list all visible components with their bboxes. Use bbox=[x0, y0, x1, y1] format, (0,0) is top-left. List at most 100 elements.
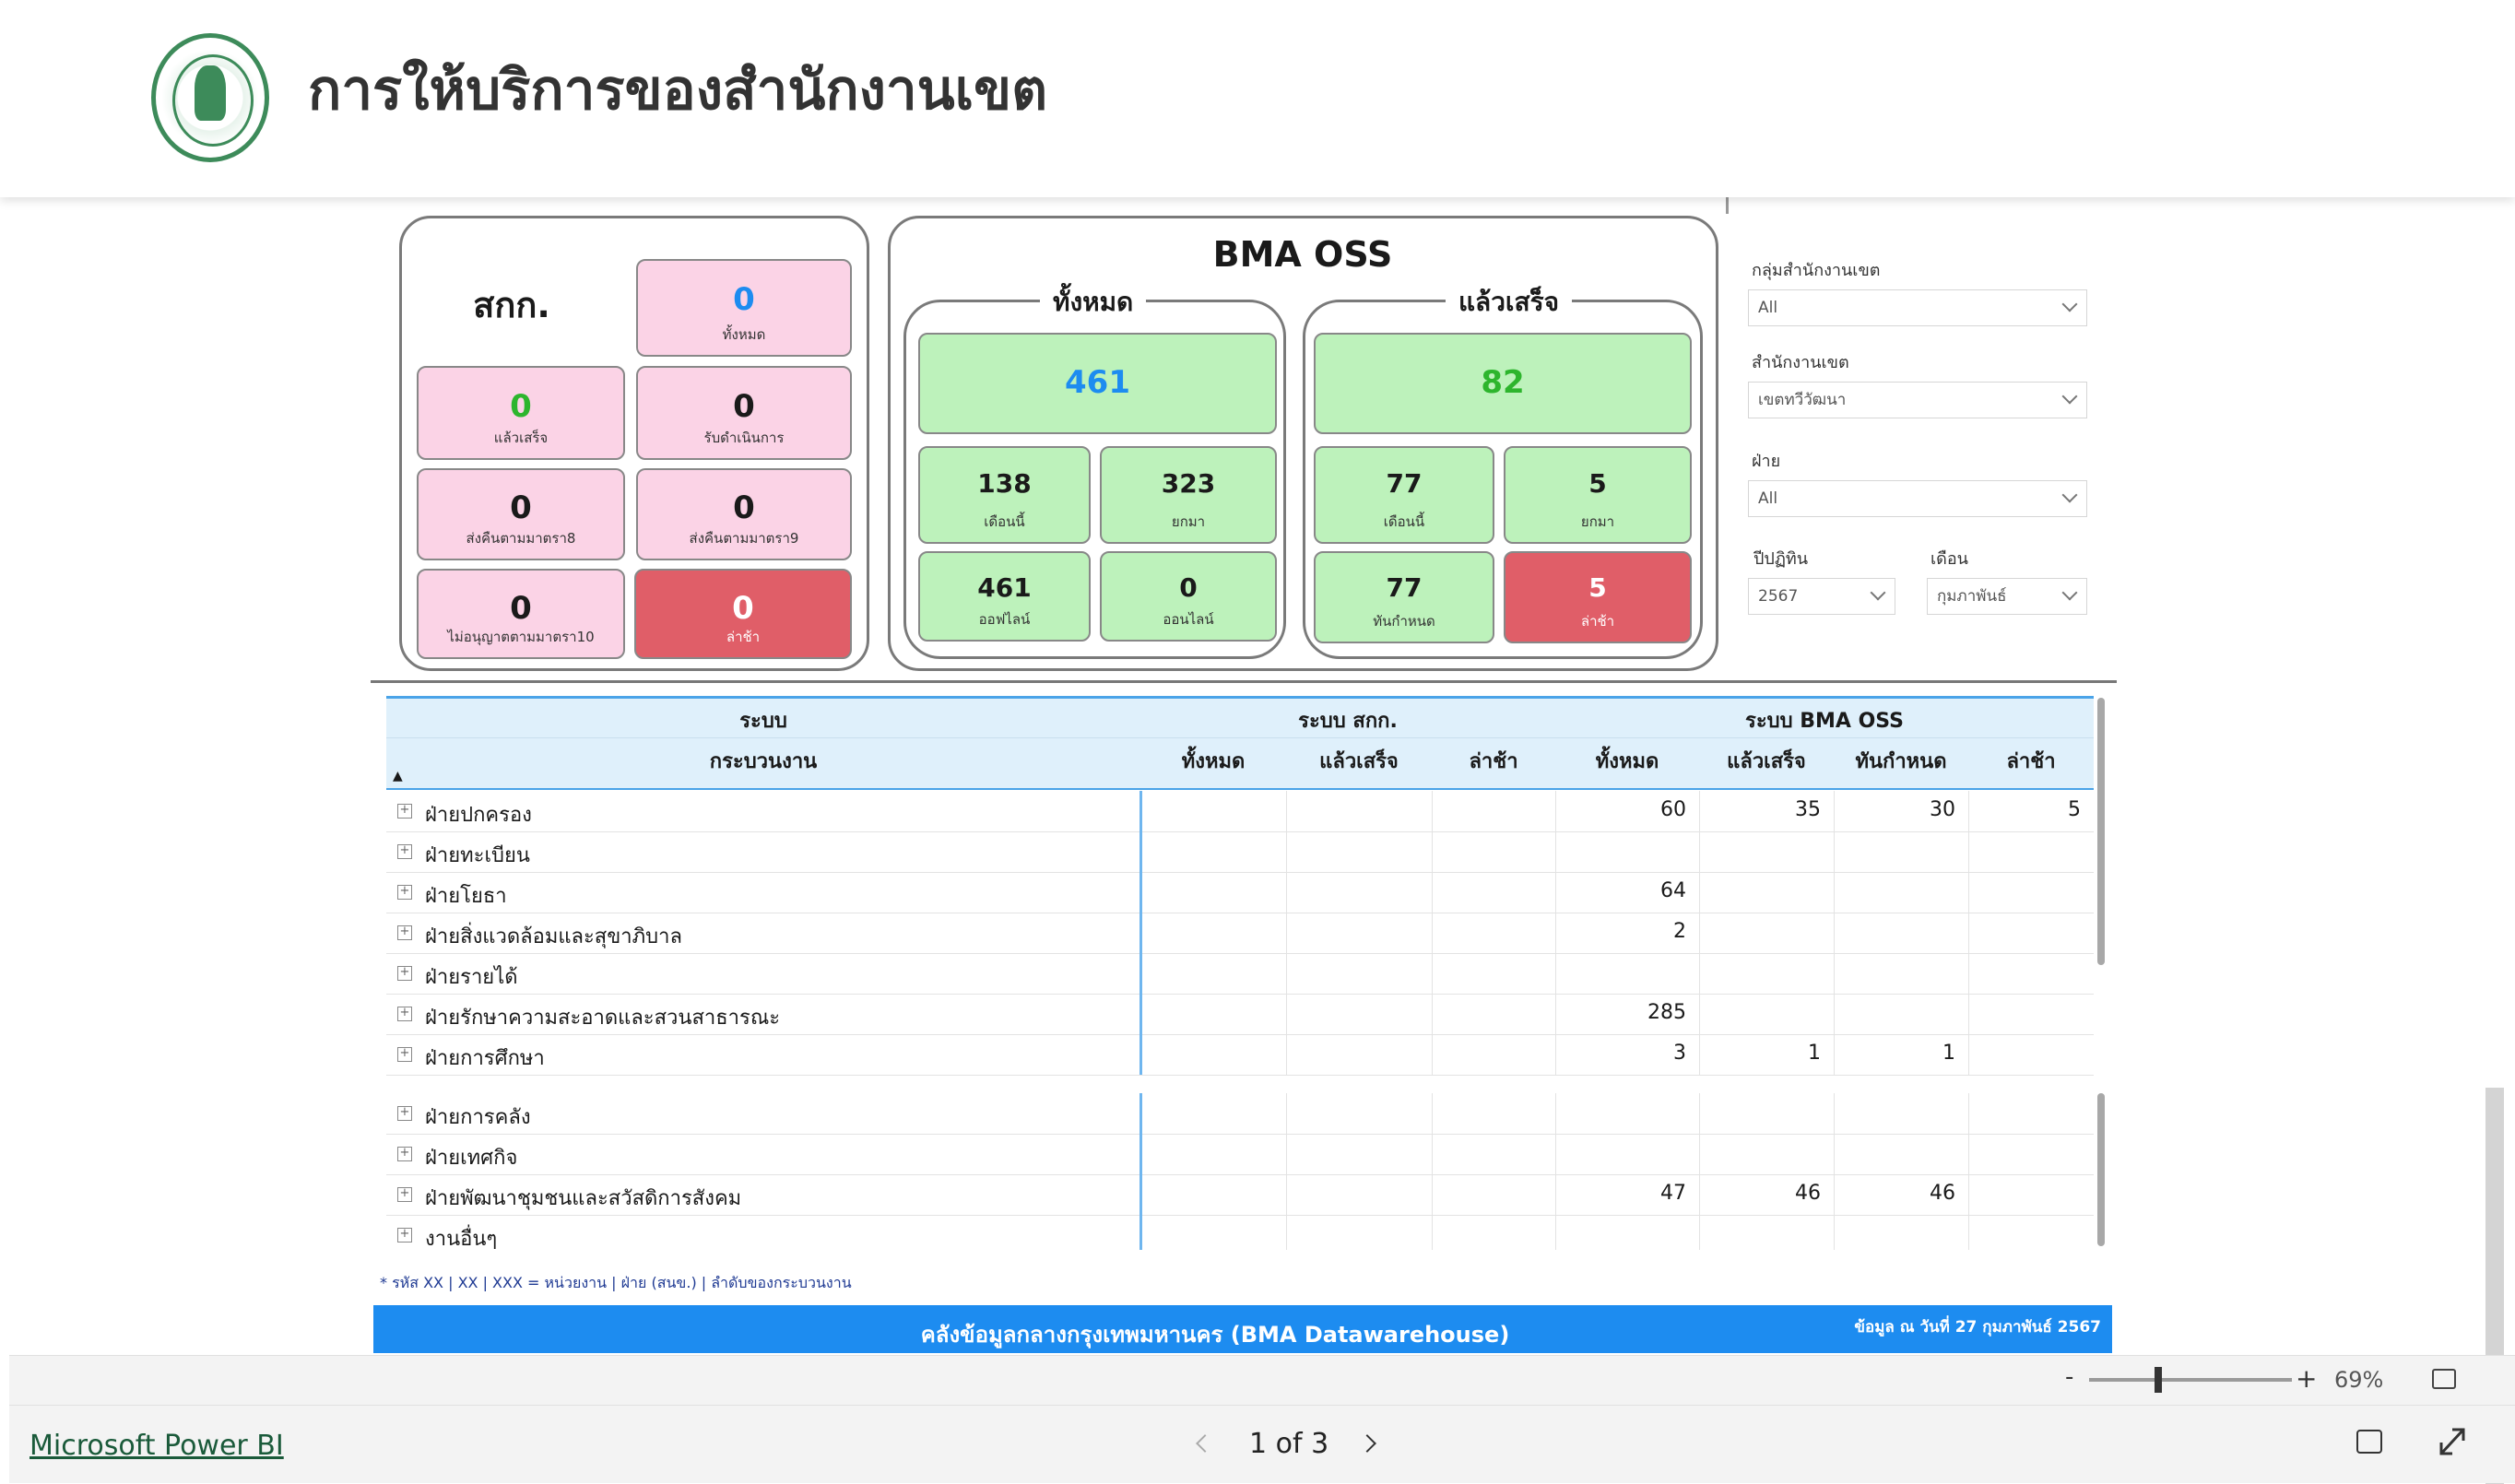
filter-fy-label: ปีปฏิทิน bbox=[1753, 549, 1809, 569]
zoom-in-button[interactable]: + bbox=[2296, 1363, 2317, 1394]
filter-month-select[interactable]: กุมภาพันธ์ bbox=[1927, 578, 2087, 615]
zoom-bar: - + 69% bbox=[9, 1355, 2515, 1405]
oss-done-late-label: ล่าช้า bbox=[1580, 613, 1615, 630]
banner-title: คลังข้อมูลกลางกรุงเทพมหานคร (BMA Datawar… bbox=[920, 1322, 1510, 1348]
col-header-process[interactable]: กระบวนงาน bbox=[386, 745, 1140, 777]
oss-total-card-offline[interactable]: 461 ออฟไลน์ bbox=[918, 551, 1091, 642]
cell-oss-total: 64 bbox=[1660, 879, 1686, 902]
expand-row-icon[interactable]: + bbox=[397, 1047, 412, 1062]
skk-card-return9[interactable]: 0 ส่งคืนตามมาตรา9 bbox=[636, 468, 852, 560]
expand-row-icon[interactable]: + bbox=[397, 804, 412, 819]
header-group-oss: ระบบ BMA OSS bbox=[1745, 710, 1904, 733]
column-divider bbox=[1834, 953, 1835, 994]
column-divider bbox=[1432, 791, 1433, 831]
col-header-oss-total[interactable]: ทั้งหมด bbox=[1555, 745, 1699, 777]
skk-card-done[interactable]: 0 แล้วเสร็จ bbox=[417, 366, 625, 460]
skk-card-accepted[interactable]: 0 รับดำเนินการ bbox=[636, 366, 852, 460]
skk-card-total[interactable]: 0 ทั้งหมด bbox=[636, 259, 852, 357]
oss-total-card-thismonth[interactable]: 138 เดือนนี้ bbox=[918, 446, 1091, 544]
column-divider bbox=[1432, 1134, 1433, 1174]
table-row[interactable]: + ฝ่ายโยธา 64 bbox=[386, 872, 2094, 913]
oss-done-carried-value: 5 bbox=[1588, 468, 1607, 500]
fullscreen-icon[interactable] bbox=[2439, 1426, 2465, 1455]
expand-row-icon[interactable]: + bbox=[397, 885, 412, 900]
oss-done-ontime-value: 77 bbox=[1386, 572, 1423, 604]
column-divider bbox=[1286, 791, 1287, 831]
expand-row-icon[interactable]: + bbox=[397, 1007, 412, 1021]
zoom-slider-thumb[interactable] bbox=[2154, 1367, 2162, 1393]
row-fragment bbox=[386, 1075, 2094, 1093]
table-scrollbar-top[interactable] bbox=[2097, 698, 2105, 965]
column-divider bbox=[1968, 872, 1969, 913]
skk-accepted-value: 0 bbox=[733, 387, 755, 425]
oss-total-card-carried[interactable]: 323 ยกมา bbox=[1100, 446, 1277, 544]
table-row[interactable]: + ฝ่ายรายได้ bbox=[386, 953, 2094, 995]
oss-done-main-card[interactable]: 82 bbox=[1314, 333, 1692, 434]
table-row[interactable]: + ฝ่ายพัฒนาชุมชนและสวัสดิการสังคม 47 46 46 bbox=[386, 1174, 2094, 1216]
col-header-oss-ontime[interactable]: ทันกำหนด bbox=[1834, 745, 1968, 777]
sort-ascending-icon[interactable]: ▲ bbox=[393, 769, 403, 783]
filter-office-select[interactable]: เขตทวีวัฒนา bbox=[1748, 382, 2087, 418]
oss-done-card-thismonth[interactable]: 77 เดือนนี้ bbox=[1314, 446, 1494, 544]
expand-row-icon[interactable]: + bbox=[397, 844, 412, 859]
skk-card-not-allowed10[interactable]: 0 ไม่อนุญาตตามมาตรา10 bbox=[417, 569, 625, 659]
powerbi-link[interactable]: Microsoft Power BI bbox=[30, 1430, 284, 1462]
expand-row-icon[interactable]: + bbox=[397, 1187, 412, 1202]
col-header-oss-late[interactable]: ล่าช้า bbox=[1968, 745, 2094, 777]
filter-group-value: All bbox=[1758, 299, 1778, 317]
table-row[interactable]: + ฝ่ายการศึกษา 3 1 1 bbox=[386, 1034, 2094, 1075]
column-divider bbox=[1834, 872, 1835, 913]
table-row[interactable]: + ฝ่ายรักษาความสะอาดและสวนสาธารณะ 285 bbox=[386, 994, 2094, 1035]
table-row[interactable]: + ฝ่ายทะเบียน bbox=[386, 831, 2094, 873]
skk-card-return8[interactable]: 0 ส่งคืนตามมาตรา8 bbox=[417, 468, 625, 560]
table-body-bottom: + ฝ่ายการคลัง + ฝ่ายเทศกิจ + ฝ่ายพัฒนาชุมชนแล… bbox=[386, 1093, 2094, 1250]
next-page-chevron-icon[interactable] bbox=[1358, 1434, 1376, 1453]
oss-done-card-carried[interactable]: 5 ยกมา bbox=[1504, 446, 1692, 544]
share-icon[interactable] bbox=[2356, 1430, 2382, 1454]
oss-total-card-online[interactable]: 0 ออนไลน์ bbox=[1100, 551, 1277, 642]
expand-row-icon[interactable]: + bbox=[397, 1228, 412, 1243]
col-header-skk-done[interactable]: แล้วเสร็จ bbox=[1286, 745, 1432, 777]
column-divider bbox=[1286, 913, 1287, 953]
table-row[interactable]: + ฝ่ายสิ่งแวดล้อมและสุขาภิบาล 2 bbox=[386, 913, 2094, 954]
col-header-skk-late[interactable]: ล่าช้า bbox=[1432, 745, 1555, 777]
oss-done-thismonth-value: 77 bbox=[1386, 468, 1423, 500]
oss-done-ontime-label: ทันกำหนด bbox=[1373, 613, 1435, 630]
filter-division-select[interactable]: All bbox=[1748, 480, 2087, 517]
col-header-skk-total[interactable]: ทั้งหมด bbox=[1140, 745, 1286, 777]
expand-row-icon[interactable]: + bbox=[397, 966, 412, 981]
banner-date: ข้อมูล ณ วันที่ 27 กุมภาพันธ์ 2567 bbox=[1854, 1318, 2101, 1337]
column-divider bbox=[1555, 831, 1556, 872]
column-divider bbox=[1699, 872, 1700, 913]
expand-row-icon[interactable]: + bbox=[397, 1106, 412, 1121]
page-indicator: 1 of 3 bbox=[1249, 1428, 1329, 1460]
expand-row-icon[interactable]: + bbox=[397, 925, 412, 940]
fit-to-page-icon[interactable] bbox=[2432, 1369, 2456, 1389]
column-divider bbox=[1432, 1215, 1433, 1250]
col-header-oss-done[interactable]: แล้วเสร็จ bbox=[1699, 745, 1834, 777]
row-process-name: ฝ่ายพัฒนาชุมชนและสวัสดิการสังคม bbox=[425, 1187, 742, 1210]
report-header: การให้บริการของสำนักงานเขต bbox=[0, 0, 2515, 197]
row-process-name: ฝ่ายโยธา bbox=[425, 885, 507, 908]
expand-row-icon[interactable]: + bbox=[397, 1147, 412, 1161]
table-row[interactable]: + ฝ่ายเทศกิจ bbox=[386, 1134, 2094, 1175]
skk-return8-value: 0 bbox=[510, 489, 532, 527]
oss-done-card-late[interactable]: 5 ล่าช้า bbox=[1504, 551, 1692, 643]
column-divider bbox=[1968, 1034, 1969, 1075]
zoom-slider[interactable] bbox=[2089, 1378, 2292, 1382]
table-row[interactable]: + งานอื่นๆ bbox=[386, 1215, 2094, 1250]
zoom-out-button[interactable]: - bbox=[2065, 1363, 2073, 1391]
table-row[interactable]: + ฝ่ายปกครอง 60 35 30 5 bbox=[386, 791, 2094, 832]
cell-oss-done: 46 bbox=[1795, 1182, 1821, 1205]
prev-page-chevron-icon[interactable] bbox=[1196, 1434, 1214, 1453]
column-divider bbox=[1432, 953, 1433, 994]
column-divider bbox=[1968, 953, 1969, 994]
table-row[interactable]: + ฝ่ายการคลัง bbox=[386, 1093, 2094, 1135]
skk-card-late[interactable]: 0 ล่าช้า bbox=[634, 569, 852, 659]
filter-group-select[interactable]: All bbox=[1748, 289, 2087, 326]
table-scrollbar-bottom[interactable] bbox=[2097, 1093, 2105, 1246]
filter-group-label: กลุ่มสำนักงานเขต bbox=[1752, 261, 1881, 280]
oss-total-main-card[interactable]: 461 bbox=[918, 333, 1277, 434]
oss-done-card-ontime[interactable]: 77 ทันกำหนด bbox=[1314, 551, 1494, 643]
filter-fy-select[interactable]: 2567 bbox=[1748, 578, 1895, 615]
